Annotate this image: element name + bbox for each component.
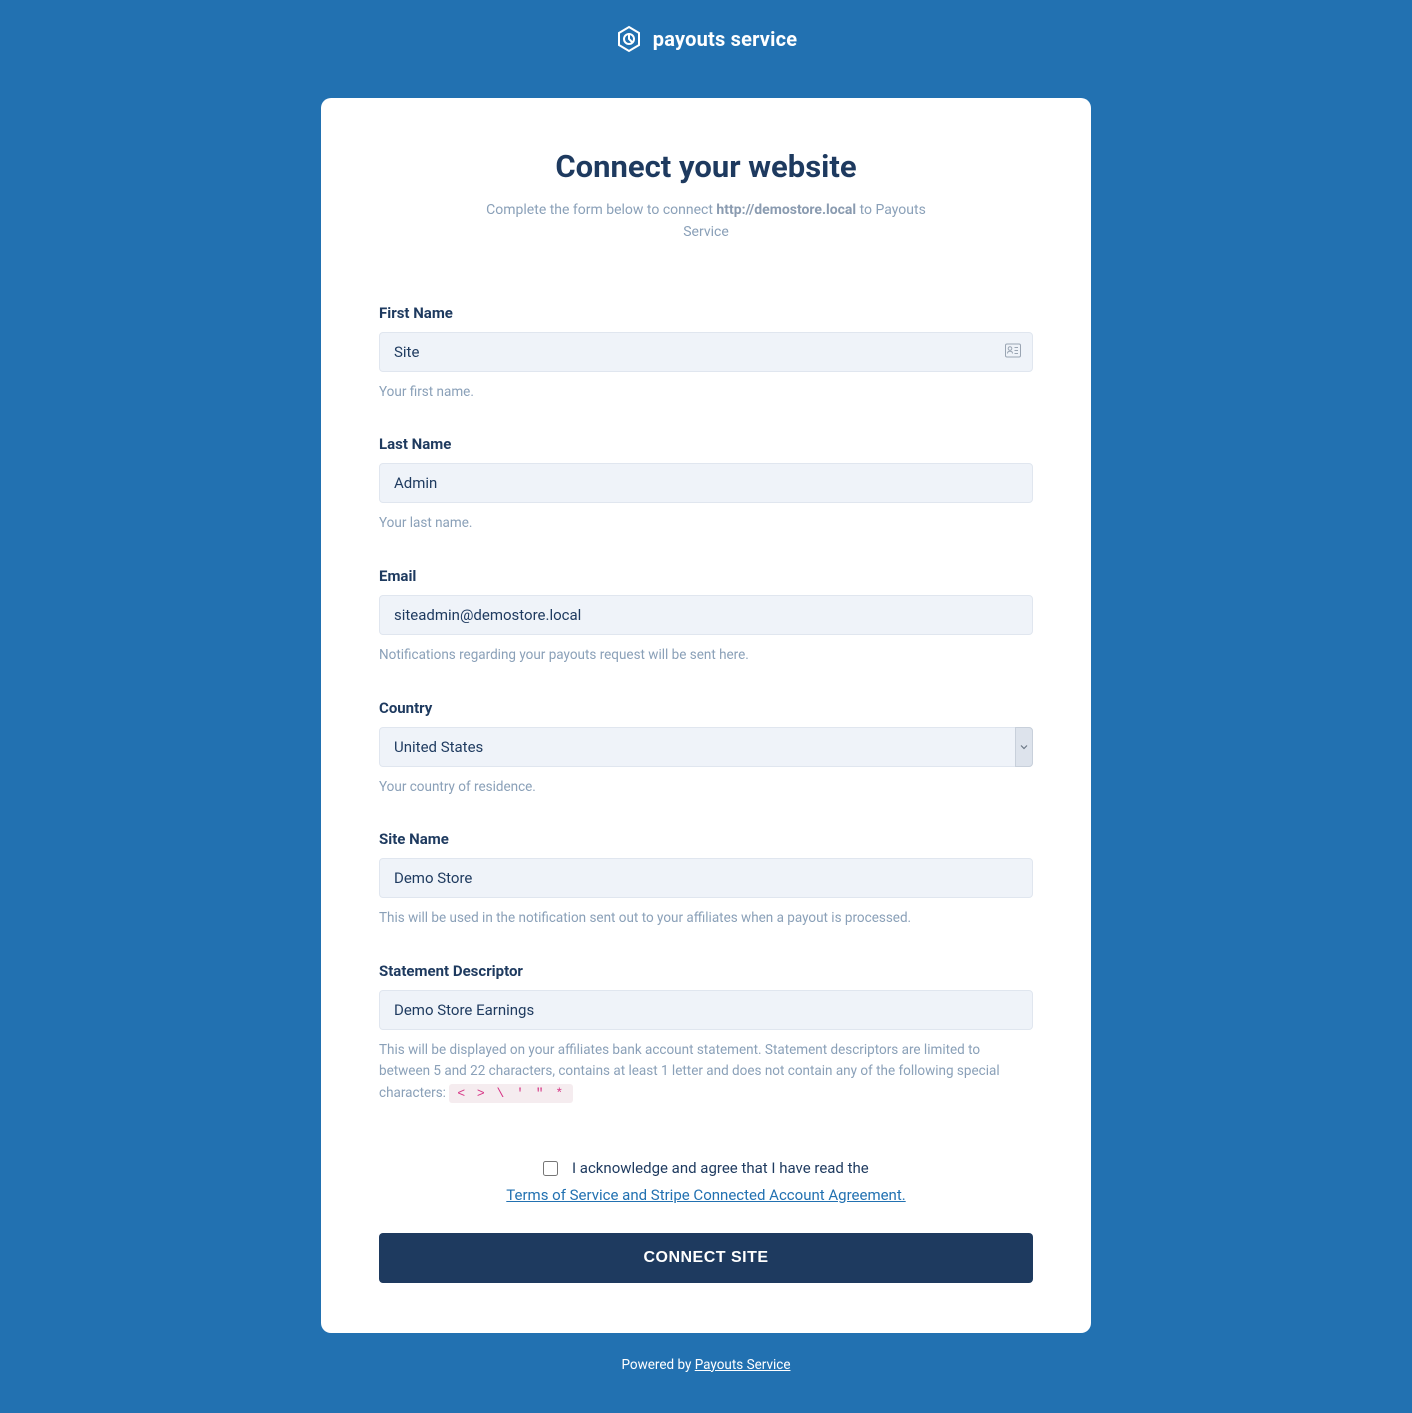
brand-header: payouts service bbox=[20, 25, 1392, 53]
consent-checkbox[interactable] bbox=[543, 1161, 558, 1176]
email-group: Email Notifications regarding your payou… bbox=[379, 567, 1033, 667]
email-hint: Notifications regarding your payouts req… bbox=[379, 645, 1033, 667]
footer-link[interactable]: Payouts Service bbox=[695, 1357, 791, 1373]
forbidden-chars-code: < > \ ' " * bbox=[449, 1084, 573, 1103]
last-name-label: Last Name bbox=[379, 435, 1033, 453]
last-name-group: Last Name Your last name. bbox=[379, 435, 1033, 535]
country-select[interactable]: United States bbox=[379, 727, 1033, 767]
email-field[interactable] bbox=[379, 595, 1033, 635]
brand-name: payouts service bbox=[653, 27, 797, 51]
statement-descriptor-group: Statement Descriptor This will be displa… bbox=[379, 962, 1033, 1105]
country-hint: Your country of residence. bbox=[379, 777, 1033, 799]
first-name-group: First Name Your first name. bbox=[379, 304, 1033, 404]
first-name-label: First Name bbox=[379, 304, 1033, 322]
first-name-field[interactable] bbox=[379, 332, 1033, 372]
statement-descriptor-hint: This will be displayed on your affiliate… bbox=[379, 1040, 1033, 1105]
email-label: Email bbox=[379, 567, 1033, 585]
site-name-hint: This will be used in the notification se… bbox=[379, 908, 1033, 930]
footer: Powered by Payouts Service bbox=[20, 1357, 1392, 1373]
site-name-field[interactable] bbox=[379, 858, 1033, 898]
site-name-group: Site Name This will be used in the notif… bbox=[379, 830, 1033, 930]
first-name-hint: Your first name. bbox=[379, 382, 1033, 404]
last-name-hint: Your last name. bbox=[379, 513, 1033, 535]
statement-descriptor-label: Statement Descriptor bbox=[379, 962, 1033, 980]
consent-text: I acknowledge and agree that I have read… bbox=[572, 1159, 869, 1177]
site-name-label: Site Name bbox=[379, 830, 1033, 848]
consent-block: I acknowledge and agree that I have read… bbox=[379, 1155, 1033, 1209]
country-group: Country United States Your country of re… bbox=[379, 699, 1033, 799]
brand-logo-icon bbox=[615, 25, 643, 53]
page-subtitle: Complete the form below to connect http:… bbox=[466, 199, 946, 244]
statement-descriptor-field[interactable] bbox=[379, 990, 1033, 1030]
country-label: Country bbox=[379, 699, 1033, 717]
connect-site-button[interactable]: CONNECT SITE bbox=[379, 1233, 1033, 1283]
connect-card: Connect your website Complete the form b… bbox=[321, 98, 1091, 1333]
terms-link[interactable]: Terms of Service and Stripe Connected Ac… bbox=[506, 1186, 905, 1204]
last-name-field[interactable] bbox=[379, 463, 1033, 503]
page-title: Connect your website bbox=[379, 148, 1033, 185]
